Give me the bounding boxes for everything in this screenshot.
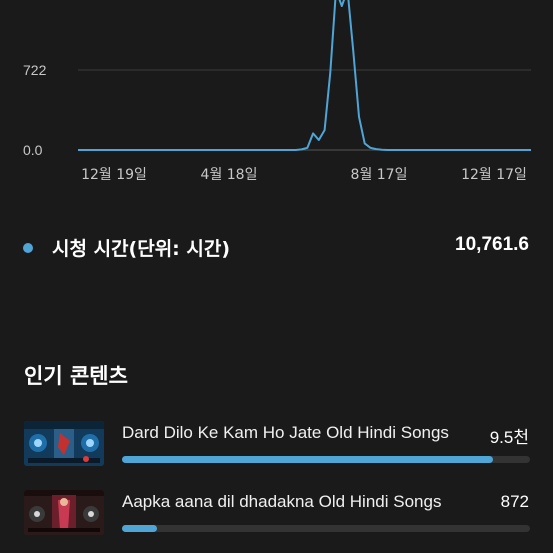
video-thumbnail-icon[interactable] bbox=[24, 421, 104, 466]
share-bar-fill bbox=[122, 456, 494, 463]
watch-time-metric[interactable]: 시청 시간(단위: 시간) 10,761.6 bbox=[0, 232, 553, 262]
list-item[interactable]: Aapka aana dil dhadakna Old Hindi Songs … bbox=[0, 490, 553, 542]
x-tick-label: 12월 17일 bbox=[461, 167, 527, 183]
share-bar-track bbox=[122, 456, 530, 463]
share-bar-fill bbox=[122, 525, 157, 532]
video-view-count: 9.5천 bbox=[489, 428, 529, 447]
video-title: Dard Dilo Ke Kam Ho Jate Old Hindi Songs bbox=[122, 423, 449, 442]
video-title: Aapka aana dil dhadakna Old Hindi Songs bbox=[122, 492, 442, 511]
x-tick-label: 12월 19일 bbox=[81, 167, 147, 183]
x-tick-label: 8월 17일 bbox=[350, 167, 408, 183]
list-item[interactable]: Dard Dilo Ke Kam Ho Jate Old Hindi Songs… bbox=[0, 421, 553, 473]
series-dot-icon bbox=[23, 243, 33, 253]
section-title: 인기 콘텐츠 bbox=[24, 364, 128, 388]
y-tick-label: 722 bbox=[23, 62, 47, 78]
video-thumbnail-icon[interactable] bbox=[24, 490, 104, 535]
metric-label: 시청 시간(단위: 시간) bbox=[52, 238, 231, 260]
analytics-screen: 722 0.0 12월 19일 4월 18일 8월 17일 12월 17일 시청… bbox=[0, 0, 553, 553]
watch-time-chart: 722 0.0 12월 19일 4월 18일 8월 17일 12월 17일 bbox=[0, 0, 553, 200]
metric-value: 10,761.6 bbox=[455, 234, 529, 255]
share-bar-track bbox=[122, 525, 530, 532]
x-tick-label: 4월 18일 bbox=[200, 167, 258, 183]
series-line bbox=[78, 0, 531, 151]
video-view-count: 872 bbox=[500, 492, 529, 511]
y-tick-label: 0.0 bbox=[23, 142, 43, 158]
